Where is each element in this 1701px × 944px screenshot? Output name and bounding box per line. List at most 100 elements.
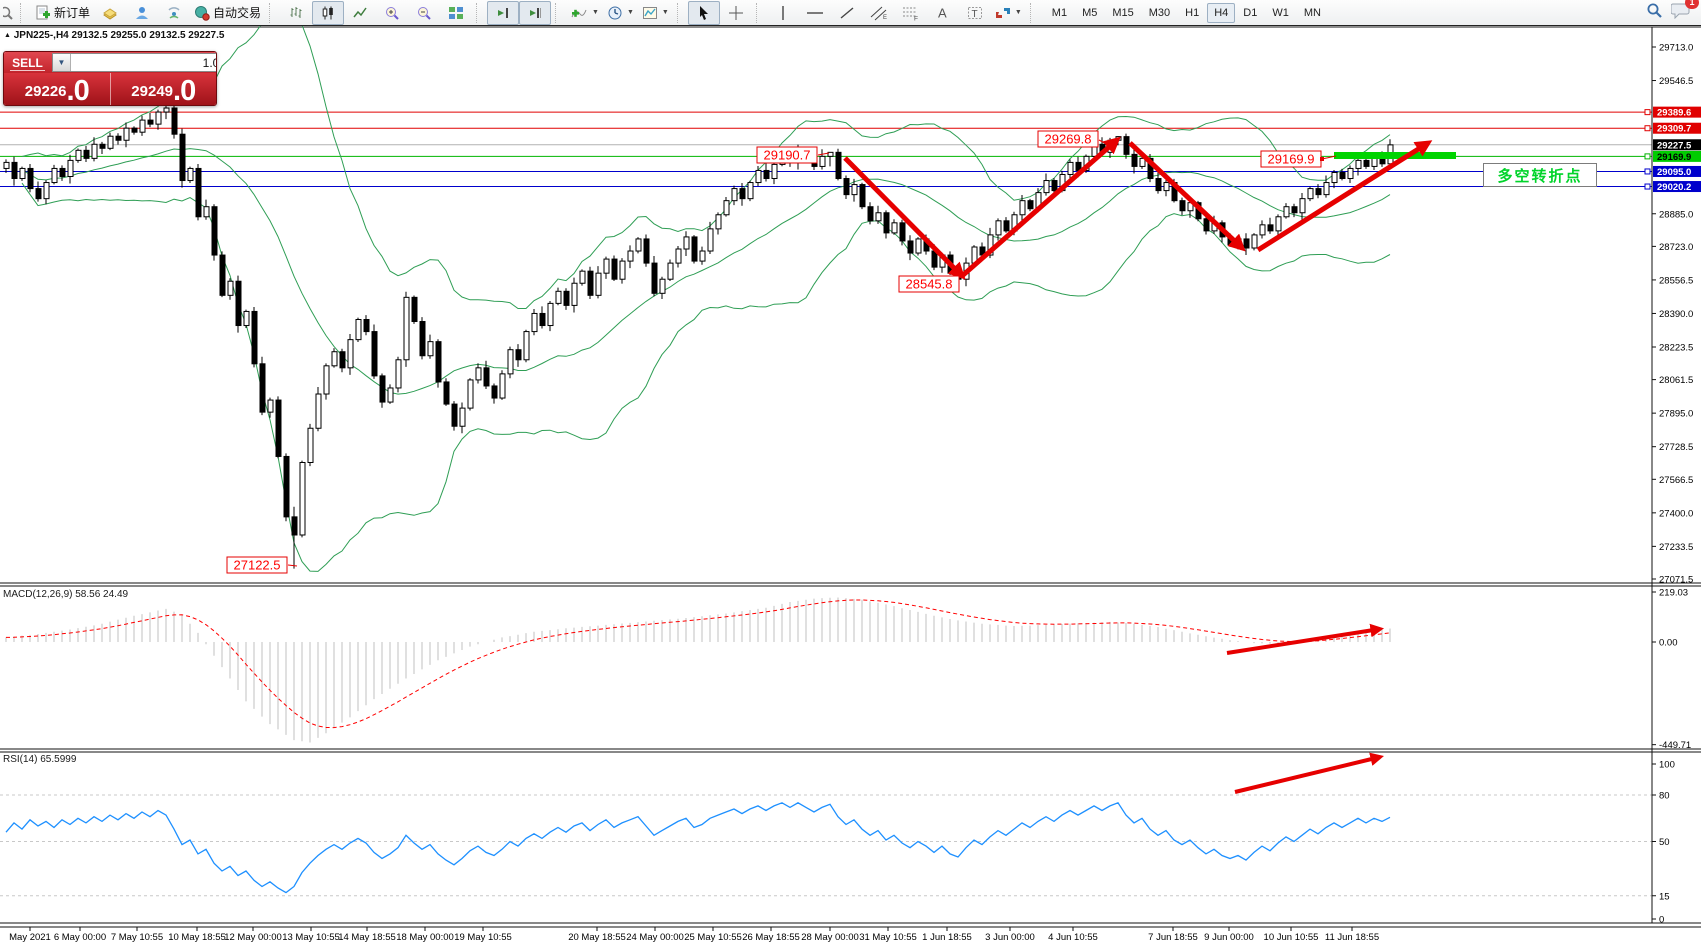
price-tick: 27895.0: [1659, 409, 1693, 420]
macd-indicator-label: MACD(12,26,9) 58.56 24.49: [3, 589, 128, 600]
svg-text:T: T: [971, 9, 977, 20]
chevron-down-icon: ▼: [592, 9, 599, 16]
svg-text:29169.9: 29169.9: [1657, 152, 1691, 163]
text-label-tool-icon[interactable]: T: [959, 1, 991, 25]
macd-axis-tick: -449.71: [1659, 740, 1691, 751]
bar-chart-icon[interactable]: [280, 1, 312, 25]
tf-button-D1[interactable]: D1: [1236, 3, 1264, 23]
tf-button-H4[interactable]: H4: [1207, 3, 1235, 23]
price-tick: 27233.5: [1659, 542, 1693, 553]
tf-button-M15[interactable]: M15: [1105, 3, 1140, 23]
price-annotation-29190.7[interactable]: 29190.7: [757, 147, 817, 163]
price-tag-29309.7: 29309.7: [1653, 123, 1701, 135]
vertical-line-tool-icon[interactable]: [767, 1, 799, 25]
arrows-tool-icon[interactable]: ▼: [991, 1, 1026, 25]
market-watch-icon[interactable]: [94, 1, 126, 25]
auto-scroll-icon[interactable]: [487, 1, 519, 25]
zoom-in-icon[interactable]: [376, 1, 408, 25]
tf-button-M1[interactable]: M1: [1045, 3, 1074, 23]
price-tick: 27071.5: [1659, 575, 1693, 586]
cursor-tool-icon[interactable]: [688, 1, 720, 25]
svg-text:29227.5: 29227.5: [1657, 140, 1692, 151]
turning-point-note[interactable]: 多空转折点: [1483, 163, 1597, 187]
toolbar-separator: [476, 3, 484, 23]
svg-text:F: F: [914, 15, 918, 21]
notifications-icon[interactable]: 1: [1671, 2, 1691, 24]
svg-text:29095.0: 29095.0: [1657, 167, 1691, 178]
search-icon[interactable]: [1646, 2, 1663, 24]
autotrading-button[interactable]: 自动交易: [190, 1, 265, 25]
trend-arrow[interactable]: [962, 140, 1117, 276]
price-tick: 27400.0: [1659, 508, 1693, 519]
price-tick: 28061.5: [1659, 375, 1693, 386]
toolbar-separator: [269, 3, 277, 23]
macd-trend-arrow[interactable]: [1227, 629, 1380, 653]
price-tag-29020.2: 29020.2: [1653, 181, 1701, 193]
macd-axis-tick: 0.00: [1659, 638, 1678, 649]
templates-icon[interactable]: ▼: [638, 1, 673, 25]
toolbar-separator: [1030, 3, 1038, 23]
toolbar: 新订单 自动交易 ▼ ▼: [0, 0, 1701, 26]
candlestick-chart-icon[interactable]: [312, 1, 344, 25]
fibonacci-tool-icon[interactable]: F: [895, 1, 927, 25]
price-annotation-29269.8[interactable]: 29269.8: [1038, 131, 1098, 147]
bollinger-band: [22, 149, 1390, 395]
community-icon[interactable]: [126, 1, 158, 25]
rsi-trend-arrow[interactable]: [1235, 757, 1380, 792]
new-order-button[interactable]: 新订单: [31, 1, 94, 25]
panel-resize-handle[interactable]: [0, 923, 1701, 927]
rsi-line: [6, 803, 1390, 893]
tf-button-H1[interactable]: H1: [1178, 3, 1206, 23]
sell-price[interactable]: 29226.0: [4, 73, 110, 105]
time-tick: 9 Jun 00:00: [1204, 932, 1254, 943]
hline-handle[interactable]: [1645, 154, 1650, 159]
horizontal-line-tool-icon[interactable]: [799, 1, 831, 25]
chart-shift-icon[interactable]: [519, 1, 551, 25]
signals-icon[interactable]: [158, 1, 190, 25]
tile-windows-icon[interactable]: [440, 1, 472, 25]
toolbar-separator: [677, 3, 685, 23]
tf-button-MN[interactable]: MN: [1297, 3, 1328, 23]
hline-handle[interactable]: [1645, 184, 1650, 189]
collapse-arrow-icon[interactable]: ▲: [4, 32, 11, 39]
trendline-tool-icon[interactable]: [831, 1, 863, 25]
trend-arrow[interactable]: [845, 158, 962, 276]
indicators-icon[interactable]: ▼: [566, 1, 603, 25]
tf-button-W1[interactable]: W1: [1265, 3, 1296, 23]
text-tool-icon[interactable]: A: [927, 1, 959, 25]
highlight-green-bar[interactable]: [1334, 152, 1456, 159]
time-tick: 24 May 00:00: [626, 932, 684, 943]
chart-canvas[interactable]: 29190.7 28545.8 29269.8 29169.9 27122.5 29713…: [0, 0, 1701, 944]
line-chart-icon[interactable]: [344, 1, 376, 25]
price-annotation-28545.8[interactable]: 28545.8: [899, 276, 959, 292]
hline-handle[interactable]: [1645, 169, 1650, 174]
sell-button[interactable]: SELL: [4, 52, 51, 73]
chevron-down-icon: ▼: [662, 9, 669, 16]
equidistant-channel-tool-icon[interactable]: E: [863, 1, 895, 25]
candles: [4, 105, 1393, 569]
hline-handle[interactable]: [1645, 110, 1650, 115]
tf-button-M30[interactable]: M30: [1142, 3, 1177, 23]
price-annotation-27122.5[interactable]: 27122.5: [227, 557, 287, 573]
tf-button-M5[interactable]: M5: [1075, 3, 1104, 23]
svg-text:29309.7: 29309.7: [1657, 124, 1691, 135]
periods-icon[interactable]: ▼: [603, 1, 638, 25]
bollinger-band: [22, 183, 1390, 571]
time-tick: 12 May 00:00: [224, 932, 282, 943]
trend-arrow[interactable]: [1130, 143, 1242, 248]
price-annotation-29169.9[interactable]: 29169.9: [1261, 151, 1321, 167]
rsi-axis-tick: 80: [1659, 791, 1670, 802]
panel-resize-handle[interactable]: [0, 749, 1701, 752]
rsi-axis-tick: 50: [1659, 837, 1670, 848]
panel-resize-handle[interactable]: [0, 583, 1701, 586]
price-tick: 29713.0: [1659, 43, 1693, 54]
svg-text:29269.8: 29269.8: [1045, 132, 1092, 147]
hline-handle[interactable]: [1645, 126, 1650, 131]
notification-badge: 1: [1685, 0, 1699, 9]
crosshair-tool-icon[interactable]: [720, 1, 752, 25]
chart-preview-icon[interactable]: [2, 1, 16, 25]
zoom-out-icon[interactable]: [408, 1, 440, 25]
volume-input[interactable]: [71, 54, 217, 71]
buy-price[interactable]: 29249.0: [110, 73, 217, 105]
volume-decrease-button[interactable]: ▼: [53, 54, 71, 71]
